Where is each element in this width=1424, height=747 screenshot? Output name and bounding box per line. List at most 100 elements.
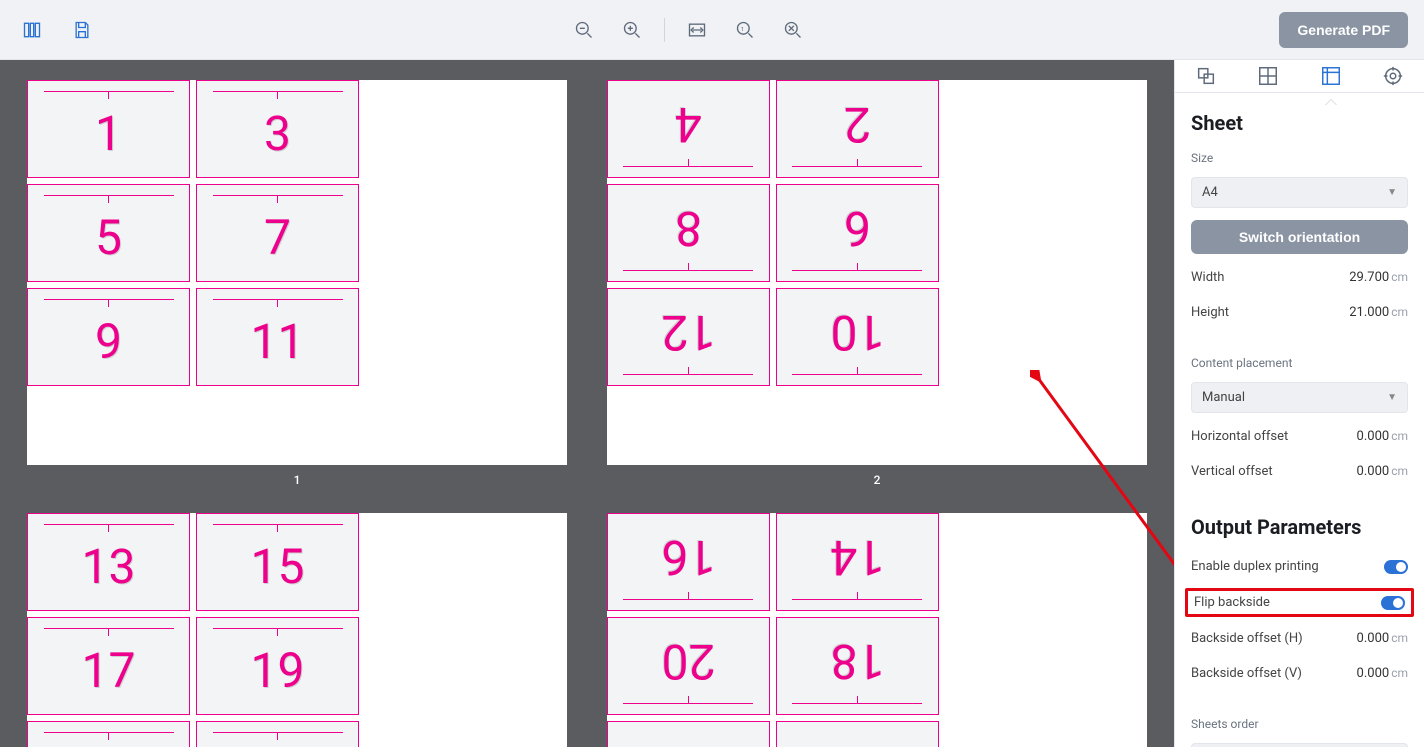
card-number: 20	[662, 637, 716, 685]
duplex-label: Enable duplex printing	[1191, 559, 1319, 574]
card[interactable]: 7	[196, 184, 359, 282]
svg-text:1: 1	[741, 26, 744, 32]
height-label: Height	[1191, 305, 1229, 320]
generate-pdf-button[interactable]: Generate PDF	[1279, 12, 1408, 48]
voffset-label: Vertical offset	[1191, 464, 1273, 479]
sheet-unit: 13 1517192123	[20, 513, 574, 747]
sheet-label: 2	[874, 473, 881, 487]
width-value: 29.700	[1349, 270, 1389, 285]
card[interactable]: 11	[196, 288, 359, 386]
flip-backside-toggle[interactable]	[1381, 596, 1405, 610]
size-select[interactable]: A4▼	[1191, 177, 1408, 208]
card-tick	[688, 367, 689, 375]
card-number: 14	[831, 533, 885, 581]
card[interactable]: 15	[196, 513, 359, 611]
card[interactable]: 24	[607, 721, 770, 747]
sheet[interactable]: 13 1517192123	[27, 513, 567, 747]
card[interactable]: 21	[27, 721, 190, 747]
layout-columns-icon[interactable]	[16, 14, 48, 46]
card-tick	[108, 299, 109, 307]
tab-layers-icon[interactable]	[1190, 60, 1222, 92]
card[interactable]: 8	[607, 184, 770, 282]
card-tick	[277, 628, 278, 636]
card-tick	[688, 592, 689, 600]
card[interactable]: 23	[196, 721, 359, 747]
card-tick	[857, 592, 858, 600]
card[interactable]: 16	[607, 513, 770, 611]
card[interactable]: 3	[196, 80, 359, 178]
card-tick	[857, 696, 858, 704]
card-number: 24	[662, 741, 716, 747]
boff-v-label: Backside offset (V)	[1191, 666, 1302, 681]
card-number: 4	[675, 100, 702, 148]
sheet[interactable]: 22 24 18 20 14 16	[607, 513, 1147, 747]
boff-h-label: Backside offset (H)	[1191, 631, 1303, 646]
card[interactable]: 2	[776, 80, 939, 178]
card[interactable]: 1	[27, 80, 190, 178]
card[interactable]: 22	[776, 721, 939, 747]
card[interactable]: 13	[27, 513, 190, 611]
zoom-in-icon[interactable]	[616, 14, 648, 46]
zoom-actual-icon[interactable]: 1	[729, 14, 761, 46]
zoom-out-icon[interactable]	[568, 14, 600, 46]
flip-backside-highlight: Flip backside	[1185, 588, 1414, 617]
sheet-label: 1	[294, 473, 301, 487]
card-tick	[277, 195, 278, 203]
card-number: 2	[844, 100, 871, 148]
switch-orientation-button[interactable]: Switch orientation	[1191, 220, 1408, 254]
save-icon[interactable]	[66, 14, 98, 46]
card[interactable]: 6	[776, 184, 939, 282]
card-tick	[108, 628, 109, 636]
duplex-toggle[interactable]	[1384, 560, 1408, 574]
content-placement-select[interactable]: Manual▼	[1191, 382, 1408, 413]
card-tick	[857, 159, 858, 167]
sheet[interactable]: 10 12 6 8 2 4	[607, 80, 1147, 465]
hoffset-value: 0.000	[1357, 429, 1390, 444]
card-number: 10	[831, 308, 885, 356]
card[interactable]: 10	[776, 288, 939, 386]
sheet-unit: 22 24 18 20 14 16	[600, 513, 1154, 747]
card[interactable]: 5	[27, 184, 190, 282]
panel-tabs	[1175, 60, 1424, 93]
card-tick	[857, 367, 858, 375]
card-tick	[277, 732, 278, 740]
card[interactable]: 19	[196, 617, 359, 715]
height-value: 21.000	[1349, 305, 1389, 320]
section-output-title: Output Parameters	[1191, 515, 1408, 539]
card-number: 6	[844, 204, 871, 252]
card-number: 12	[662, 308, 716, 356]
tab-grid-icon[interactable]	[1252, 60, 1284, 92]
card-number: 13	[82, 543, 136, 591]
card-number: 16	[662, 533, 716, 581]
sheet-unit: 10 12 6 8 2 4 2	[600, 80, 1154, 487]
properties-panel: Sheet Size A4▼ Switch orientation Width2…	[1174, 60, 1424, 747]
card-number: 8	[675, 204, 702, 252]
card[interactable]: 17	[27, 617, 190, 715]
card-tick	[108, 524, 109, 532]
card-tick	[688, 159, 689, 167]
card-tick	[857, 263, 858, 271]
tab-registration-icon[interactable]	[1377, 60, 1409, 92]
sheets-order-select[interactable]: Default▼	[1191, 743, 1408, 747]
card[interactable]: 20	[607, 617, 770, 715]
size-label: Size	[1191, 151, 1408, 165]
card[interactable]: 12	[607, 288, 770, 386]
card[interactable]: 14	[776, 513, 939, 611]
canvas-area[interactable]: 1357911110126824213151719212322241820141…	[0, 60, 1174, 747]
voffset-value: 0.000	[1357, 464, 1390, 479]
flip-backside-label: Flip backside	[1194, 595, 1270, 610]
fit-width-icon[interactable]	[681, 14, 713, 46]
card-number: 1	[95, 110, 122, 158]
content-placement-label: Content placement	[1191, 356, 1408, 370]
card-tick	[277, 524, 278, 532]
card[interactable]: 4	[607, 80, 770, 178]
card-tick	[688, 696, 689, 704]
section-sheet-title: Sheet	[1191, 111, 1408, 135]
tab-sheet-icon[interactable]	[1315, 60, 1347, 92]
card-number: 11	[251, 318, 305, 366]
card[interactable]: 9	[27, 288, 190, 386]
sheet[interactable]: 1 3579 11	[27, 80, 567, 465]
card-tick	[108, 732, 109, 740]
zoom-reset-icon[interactable]	[777, 14, 809, 46]
card[interactable]: 18	[776, 617, 939, 715]
